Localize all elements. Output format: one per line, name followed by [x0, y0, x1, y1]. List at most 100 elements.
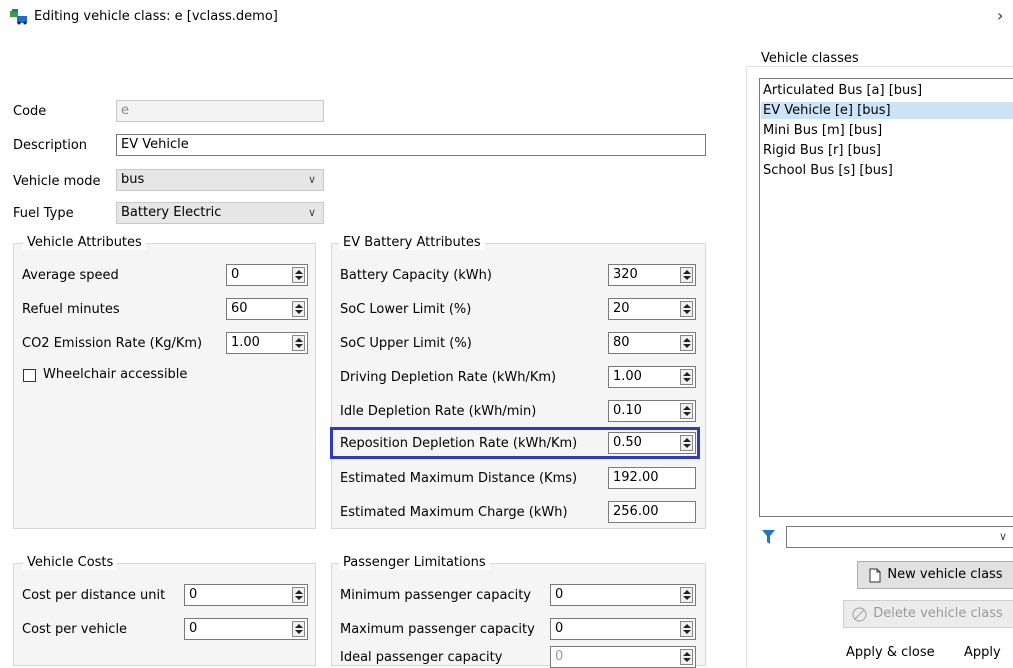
list-item[interactable]: Articulated Bus [a] [bus]: [763, 82, 922, 99]
max-capacity-value: 0: [555, 621, 564, 636]
vehicle-classes-title: Vehicle classes: [761, 51, 859, 66]
co2-value: 1.00: [231, 335, 260, 350]
spinner-arrows-icon[interactable]: [292, 267, 305, 283]
wheelchair-label: Wheelchair accessible: [43, 367, 188, 382]
chevron-down-icon: ∨: [998, 530, 1007, 543]
idle-depletion-label: Idle Depletion Rate (kWh/min): [340, 404, 537, 419]
min-capacity-label: Minimum passenger capacity: [340, 588, 531, 603]
est-max-distance-label: Estimated Maximum Distance (Kms): [340, 471, 578, 486]
co2-label: CO2 Emission Rate (Kg/Km): [22, 336, 203, 351]
ideal-capacity-label: Ideal passenger capacity: [340, 650, 503, 665]
driving-depletion-spinner[interactable]: 1.00: [608, 366, 696, 388]
cost-per-vehicle-value: 0: [189, 621, 198, 636]
cost-per-vehicle-spinner[interactable]: 0: [184, 618, 308, 640]
chevron-down-icon: ∨: [307, 173, 316, 186]
wheelchair-checkbox[interactable]: [23, 369, 36, 382]
fuel-type-select[interactable]: Battery Electric ∨: [116, 202, 324, 224]
spinner-arrows-icon[interactable]: [680, 335, 693, 351]
soc-lower-label: SoC Lower Limit (%): [340, 302, 472, 317]
apply-close-button[interactable]: Apply & close: [846, 645, 935, 660]
spinner-arrows-icon[interactable]: [680, 621, 693, 637]
fuel-type-label: Fuel Type: [13, 206, 74, 221]
reposition-depletion-label: Reposition Depletion Rate (kWh/Km): [340, 436, 578, 451]
battery-capacity-spinner[interactable]: 320: [608, 264, 696, 286]
description-field[interactable]: EV Vehicle: [116, 134, 706, 156]
refuel-minutes-spinner[interactable]: 60: [226, 298, 308, 320]
ideal-capacity-value: 0: [555, 649, 564, 664]
max-capacity-spinner[interactable]: 0: [550, 618, 696, 640]
vehicle-classes-list[interactable]: Articulated Bus [a] [bus] EV Vehicle [e]…: [759, 78, 1013, 517]
battery-capacity-value: 320: [613, 267, 638, 282]
est-max-distance-field[interactable]: 192.00: [608, 467, 696, 489]
est-max-charge-label: Estimated Maximum Charge (kWh): [340, 505, 568, 520]
delete-vehicle-class-button[interactable]: Delete vehicle class: [843, 600, 1013, 628]
vehicle-costs-group: [13, 563, 316, 666]
co2-spinner[interactable]: 1.00: [226, 332, 308, 354]
vehicle-class-icon: [10, 9, 27, 25]
max-capacity-label: Maximum passenger capacity: [340, 622, 535, 637]
vehicle-mode-value: bus: [121, 172, 145, 187]
min-capacity-spinner[interactable]: 0: [550, 584, 696, 606]
idle-depletion-spinner[interactable]: 0.10: [608, 400, 696, 422]
refuel-minutes-label: Refuel minutes: [22, 302, 120, 317]
driving-depletion-label: Driving Depletion Rate (kWh/Km): [340, 370, 557, 385]
code-field[interactable]: e: [116, 100, 324, 122]
close-icon[interactable]: ›: [997, 6, 1003, 25]
cost-per-distance-value: 0: [189, 587, 198, 602]
refuel-minutes-value: 60: [231, 301, 248, 316]
spinner-arrows-icon[interactable]: [292, 587, 305, 603]
list-item-selected[interactable]: EV Vehicle [e] [bus]: [761, 102, 1013, 119]
soc-upper-value: 80: [613, 335, 630, 350]
prohibited-icon: [852, 607, 867, 622]
vehicle-mode-label: Vehicle mode: [13, 174, 101, 189]
cost-per-vehicle-label: Cost per vehicle: [22, 622, 128, 637]
battery-capacity-label: Battery Capacity (kWh): [340, 268, 492, 283]
average-speed-spinner[interactable]: 0: [226, 264, 308, 286]
vehicle-attributes-title: Vehicle Attributes: [23, 235, 146, 250]
ideal-capacity-spinner[interactable]: 0: [550, 646, 696, 668]
soc-lower-value: 20: [613, 301, 630, 316]
driving-depletion-value: 1.00: [613, 369, 642, 384]
list-item[interactable]: School Bus [s] [bus]: [763, 162, 893, 179]
window-title: Editing vehicle class: e [vclass.demo]: [34, 9, 278, 24]
new-vehicle-class-label: New vehicle class: [887, 567, 1003, 582]
new-vehicle-class-button[interactable]: New vehicle class: [857, 561, 1013, 589]
soc-lower-spinner[interactable]: 20: [608, 298, 696, 320]
spinner-arrows-icon[interactable]: [680, 301, 693, 317]
document-icon: [869, 568, 881, 583]
spinner-arrows-icon[interactable]: [680, 369, 693, 385]
reposition-depletion-spinner[interactable]: 0.50: [608, 432, 696, 454]
ev-battery-title: EV Battery Attributes: [339, 235, 485, 250]
spinner-arrows-icon[interactable]: [292, 301, 305, 317]
spinner-arrows-icon[interactable]: [680, 267, 693, 283]
chevron-down-icon: ∨: [307, 206, 316, 219]
delete-vehicle-class-label: Delete vehicle class: [873, 606, 1003, 621]
description-label: Description: [13, 138, 88, 153]
min-capacity-value: 0: [555, 587, 564, 602]
apply-button[interactable]: Apply: [964, 645, 1001, 660]
cost-per-distance-spinner[interactable]: 0: [184, 584, 308, 606]
spinner-arrows-icon[interactable]: [680, 403, 693, 419]
spinner-arrows-icon[interactable]: [292, 335, 305, 351]
spinner-arrows-icon[interactable]: [680, 649, 693, 665]
code-label: Code: [13, 104, 47, 119]
spinner-arrows-icon[interactable]: [680, 435, 693, 451]
list-item[interactable]: Rigid Bus [r] [bus]: [763, 142, 881, 159]
soc-upper-spinner[interactable]: 80: [608, 332, 696, 354]
cost-per-distance-label: Cost per distance unit: [22, 588, 166, 603]
vehicle-mode-select[interactable]: bus ∨: [116, 169, 324, 191]
soc-upper-label: SoC Upper Limit (%): [340, 336, 472, 351]
spinner-arrows-icon[interactable]: [680, 587, 693, 603]
filter-combo[interactable]: ∨: [786, 526, 1013, 548]
reposition-depletion-value: 0.50: [613, 435, 642, 450]
title-bar: Editing vehicle class: e [vclass.demo] ›: [0, 0, 1013, 38]
est-max-charge-field[interactable]: 256.00: [608, 501, 696, 523]
idle-depletion-value: 0.10: [613, 403, 642, 418]
average-speed-label: Average speed: [22, 268, 119, 283]
fuel-type-value: Battery Electric: [121, 205, 222, 220]
vehicle-costs-title: Vehicle Costs: [23, 555, 118, 570]
spinner-arrows-icon[interactable]: [292, 621, 305, 637]
passenger-limitations-title: Passenger Limitations: [339, 555, 490, 570]
filter-icon[interactable]: [762, 529, 775, 545]
list-item[interactable]: Mini Bus [m] [bus]: [763, 122, 882, 139]
